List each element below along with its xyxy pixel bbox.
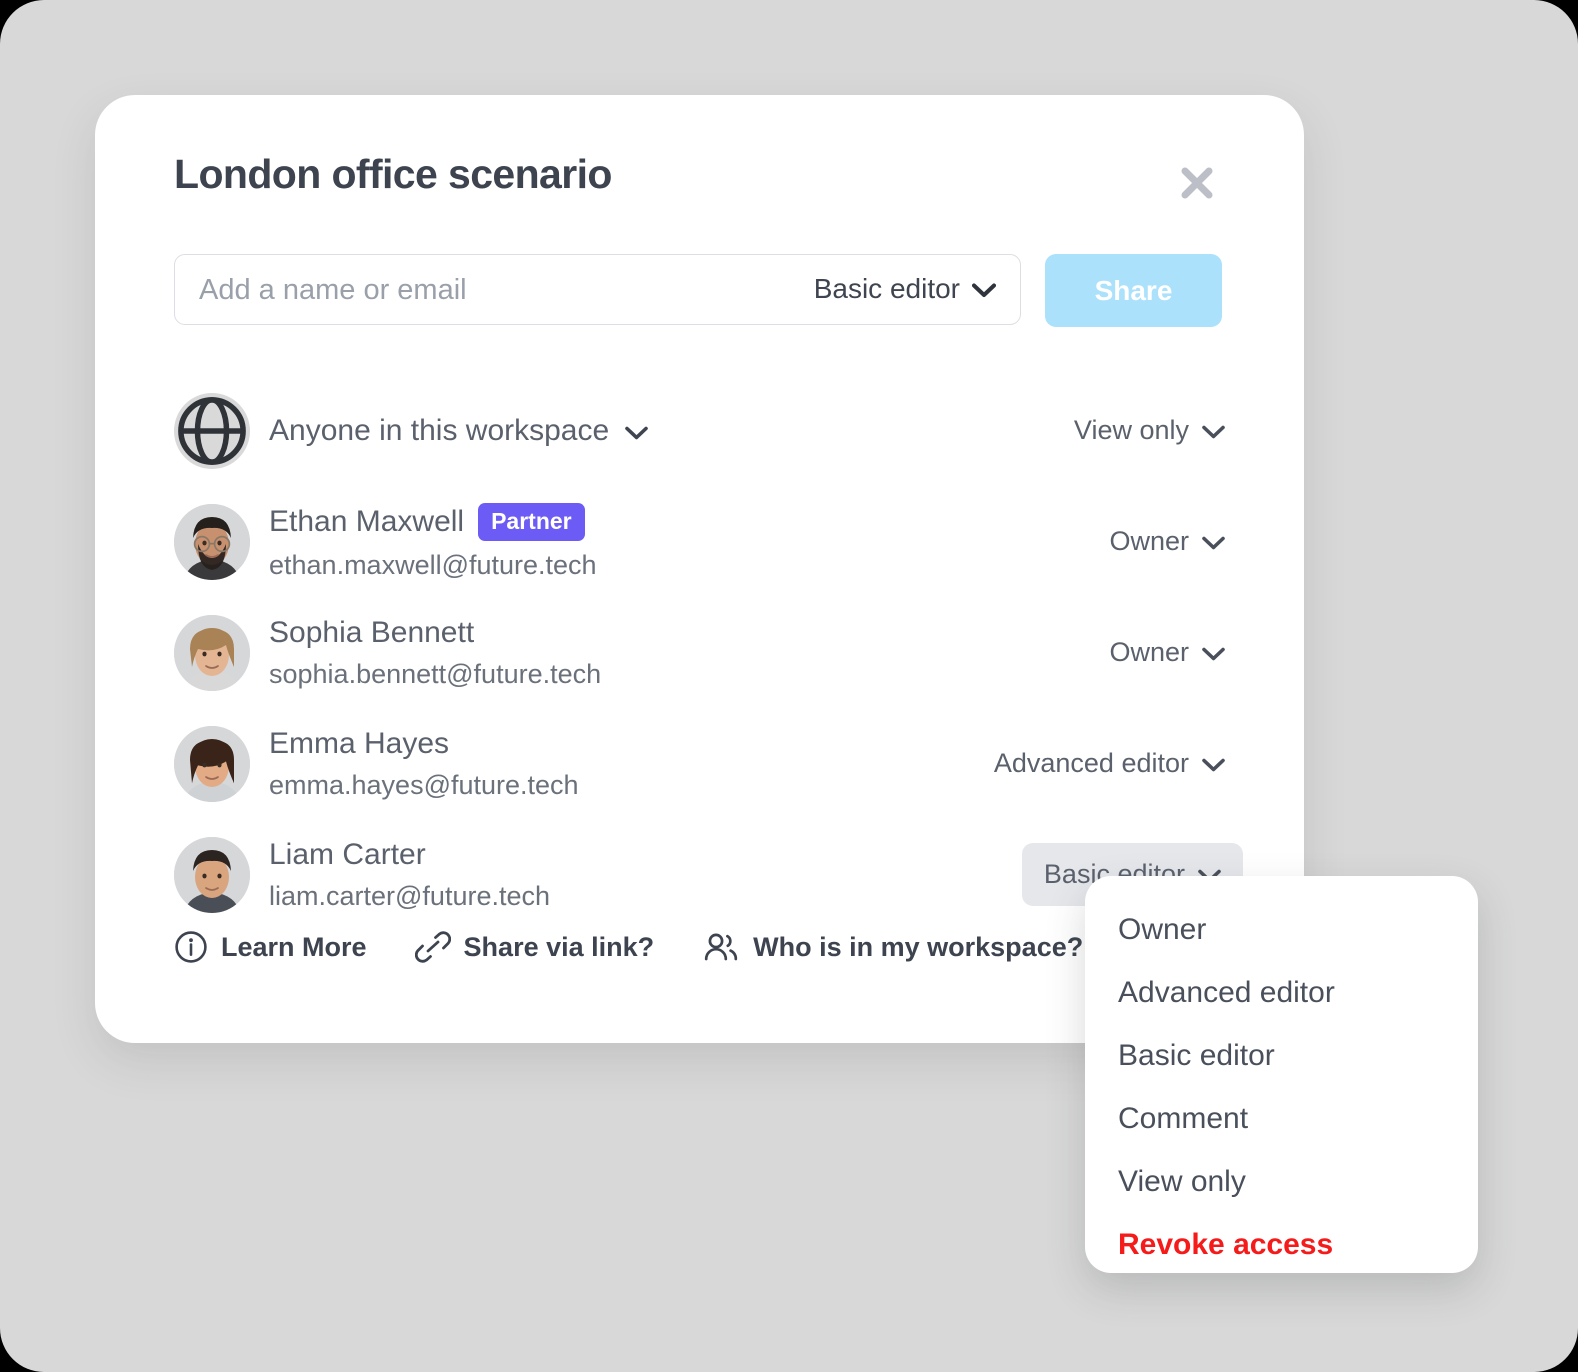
footer-link[interactable]: Share via link? <box>415 930 655 964</box>
role-dropdown-menu: Owner Advanced editor Basic editor Comment V… <box>1085 876 1478 1273</box>
invite-row: Basic editor Share <box>174 254 1225 334</box>
chevron-down-icon <box>1202 637 1225 668</box>
person-email: emma.hayes@future.tech <box>269 769 579 800</box>
globe-icon <box>174 392 250 469</box>
menu-item[interactable]: Revoke access <box>1085 1213 1478 1276</box>
role-label: Owner <box>1109 637 1189 667</box>
avatar <box>174 836 250 913</box>
person-email: liam.carter@future.tech <box>269 880 551 911</box>
access-row-person: Emma Hayes emma.hayes@future.tech Advanc… <box>174 708 1225 819</box>
role-dropdown-trigger[interactable]: Owner <box>1109 526 1225 557</box>
access-list: Anyone in this workspace View only Ethan… <box>174 375 1243 930</box>
role-dropdown-trigger[interactable]: Advanced editor <box>994 748 1225 779</box>
footer-link[interactable]: Learn More <box>174 930 367 964</box>
dialog-footer: Learn More Share via link? Who is in my … <box>174 930 1083 964</box>
person-name: Ethan Maxwell <box>269 504 465 538</box>
avatar <box>174 614 250 691</box>
menu-item[interactable]: View only <box>1085 1150 1478 1213</box>
share-button[interactable]: Share <box>1045 254 1222 327</box>
invite-role-label: Basic editor <box>813 273 960 304</box>
close-icon[interactable] <box>1172 158 1222 208</box>
workspace-scope-label: Anyone in this workspace <box>269 413 610 447</box>
person-name-line: Emma Hayes <box>269 727 579 761</box>
invite-field: Basic editor <box>174 254 1021 325</box>
role-dropdown-trigger[interactable]: View only <box>1074 415 1225 446</box>
people-icon <box>702 930 740 964</box>
person-name-line: Ethan Maxwell Partner <box>269 502 597 541</box>
menu-item[interactable]: Basic editor <box>1085 1024 1478 1087</box>
person-name-line: Sophia Bennett <box>269 616 601 650</box>
person-text: Liam Carter liam.carter@future.tech <box>269 838 550 912</box>
chevron-down-icon <box>1202 748 1225 779</box>
person-text: Ethan Maxwell Partner ethan.maxwell@futu… <box>269 502 597 581</box>
page-title: London office scenario <box>174 151 612 197</box>
workspace-scope-dropdown[interactable]: Anyone in this workspace <box>269 414 648 448</box>
person-name: Emma Hayes <box>269 726 450 760</box>
person-text: Emma Hayes emma.hayes@future.tech <box>269 727 579 801</box>
person-name: Liam Carter <box>269 837 426 871</box>
person-email: sophia.bennett@future.tech <box>269 658 602 689</box>
menu-item[interactable]: Owner <box>1085 898 1478 961</box>
role-label: Owner <box>1109 526 1189 556</box>
chevron-down-icon <box>1202 526 1225 557</box>
footer-link[interactable]: Who is in my workspace? <box>702 930 1083 964</box>
chevron-down-icon <box>625 414 648 448</box>
dialog-header: London office scenario <box>95 95 1304 225</box>
avatar <box>174 503 250 580</box>
person-name: Sophia Bennett <box>269 615 475 649</box>
link-icon <box>415 930 451 964</box>
workspace-text: Anyone in this workspace <box>269 414 648 448</box>
access-row-person: Ethan Maxwell Partner ethan.maxwell@futu… <box>174 486 1225 597</box>
role-label: View only <box>1073 415 1189 445</box>
chevron-down-icon <box>972 273 996 305</box>
page-canvas: London office scenario Basic editor <box>0 0 1578 1372</box>
menu-item[interactable]: Advanced editor <box>1085 961 1478 1024</box>
access-row-person: Liam Carter liam.carter@future.tech Basi… <box>174 819 1243 930</box>
footer-link-label: Share via link? <box>463 931 655 962</box>
person-name-line: Liam Carter <box>269 838 550 872</box>
footer-link-label: Who is in my workspace? <box>753 931 1084 962</box>
access-row-workspace: Anyone in this workspace View only <box>174 375 1225 486</box>
footer-link-label: Learn More <box>221 931 367 962</box>
info-circle-icon <box>174 930 208 964</box>
chevron-down-icon <box>1202 415 1225 446</box>
access-row-person: Sophia Bennett sophia.bennett@future.tec… <box>174 597 1225 708</box>
menu-item[interactable]: Comment <box>1085 1087 1478 1150</box>
person-email: ethan.maxwell@future.tech <box>269 549 597 580</box>
role-dropdown-trigger[interactable]: Owner <box>1109 637 1225 668</box>
status-badge: Partner <box>478 502 585 541</box>
person-text: Sophia Bennett sophia.bennett@future.tec… <box>269 616 601 690</box>
invite-role-dropdown[interactable]: Basic editor <box>814 255 996 323</box>
name-or-email-input[interactable] <box>197 255 801 325</box>
avatar <box>174 725 250 802</box>
role-label: Advanced editor <box>993 748 1189 778</box>
